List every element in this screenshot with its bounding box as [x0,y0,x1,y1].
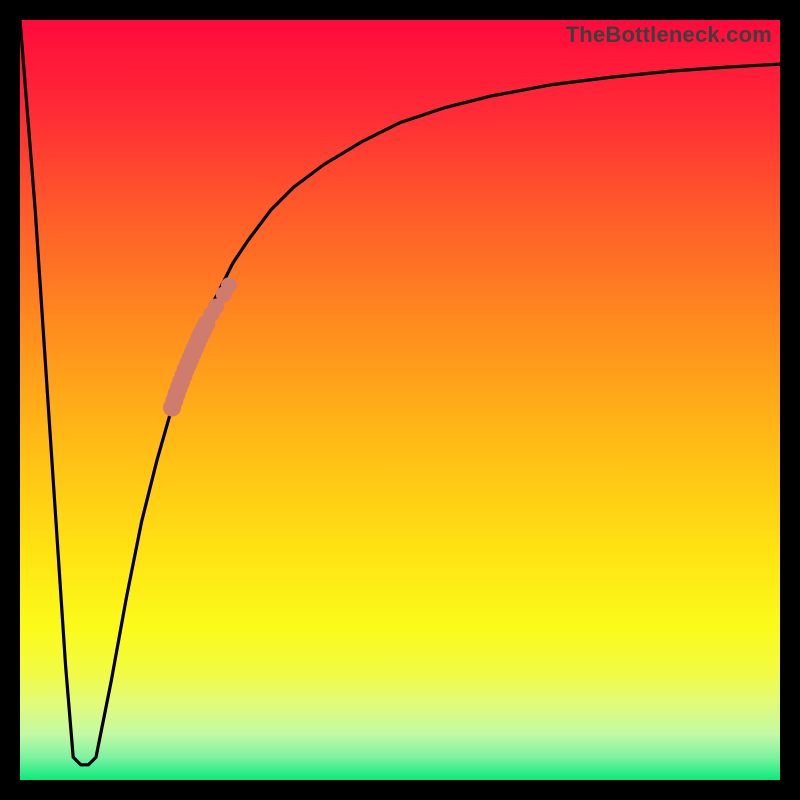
plot-area: TheBottleneck.com [20,20,780,780]
chart-frame: TheBottleneck.com [0,0,800,800]
highlight-dots [163,277,237,416]
bottleneck-curve [20,20,780,765]
curve-layer [20,20,780,780]
watermark-text: TheBottleneck.com [566,22,772,48]
highlight-dot [221,277,237,293]
